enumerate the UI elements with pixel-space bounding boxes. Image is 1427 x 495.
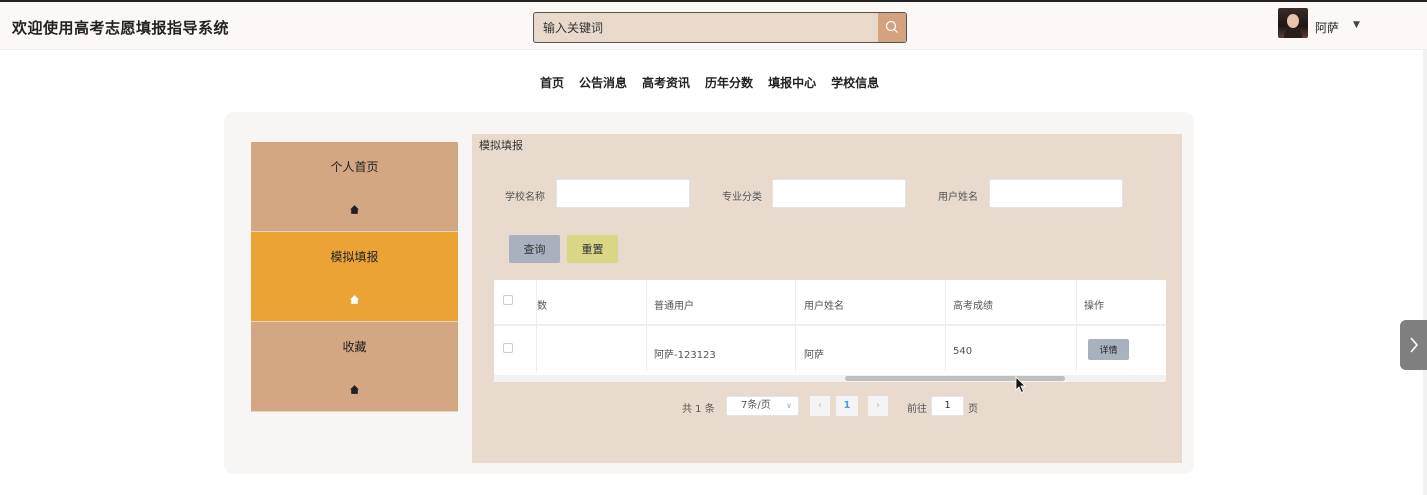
chevron-right-icon <box>1410 337 1419 353</box>
major-category-input[interactable] <box>772 179 906 208</box>
column-header[interactable]: 普通用户 <box>654 297 694 312</box>
goto-page-input[interactable]: 1 <box>931 396 964 416</box>
user-name[interactable]: 阿萨 <box>1315 19 1339 36</box>
search-button[interactable] <box>878 13 906 42</box>
table-cell: 阿萨 <box>804 350 824 361</box>
column-header[interactable]: 数 <box>537 297 547 312</box>
data-table: 数 普通用户 用户姓名 高考成绩 操作 阿萨-123123 阿萨 540 详情 <box>494 280 1166 382</box>
table-horizontal-scrollbar[interactable] <box>494 375 1166 382</box>
username-label: 用户姓名 <box>938 192 978 203</box>
username-input[interactable] <box>989 179 1123 208</box>
nav-item-notices[interactable]: 公告消息 <box>579 74 627 91</box>
column-divider <box>945 280 946 372</box>
select-all-checkbox[interactable] <box>503 295 513 305</box>
caret-down-icon[interactable]: ▼ <box>1353 20 1360 30</box>
school-name-input[interactable] <box>556 179 690 208</box>
nav-item-news[interactable]: 高考资讯 <box>642 74 690 91</box>
school-name-label: 学校名称 <box>505 192 545 203</box>
home-icon <box>350 385 359 394</box>
sidebar-item-label: 个人首页 <box>330 160 379 174</box>
row-checkbox[interactable] <box>503 343 513 353</box>
nav-item-apply-center[interactable]: 填报中心 <box>768 74 816 91</box>
column-header[interactable]: 操作 <box>1084 297 1104 312</box>
search-box <box>533 12 907 43</box>
major-category-label: 专业分类 <box>722 192 762 203</box>
nav-item-schools[interactable]: 学校信息 <box>831 74 879 91</box>
page-number-current[interactable]: 1 <box>836 396 858 416</box>
search-icon <box>885 20 898 33</box>
goto-label: 前往 <box>907 404 927 415</box>
chevron-right-icon: › <box>876 400 880 411</box>
row-divider <box>494 324 1166 326</box>
search-input[interactable] <box>534 13 878 42</box>
scrollbar-thumb[interactable] <box>845 376 1065 381</box>
column-header[interactable]: 高考成绩 <box>953 297 993 312</box>
page-scrollbar[interactable] <box>1423 50 1427 495</box>
next-page-button[interactable]: › <box>868 396 888 416</box>
column-divider <box>536 280 537 372</box>
sidebar-item-mock-apply[interactable]: 模拟填报 <box>251 232 458 322</box>
sidebar-item-label: 收藏 <box>342 340 367 354</box>
detail-button[interactable]: 详情 <box>1088 339 1129 360</box>
nav-item-home[interactable]: 首页 <box>540 74 564 91</box>
home-icon <box>350 205 359 214</box>
sidebar-item-profile[interactable]: 个人首页 <box>251 142 458 232</box>
page-title: 模拟填报 <box>479 139 523 152</box>
home-icon <box>350 295 359 304</box>
sidebar-item-favorites[interactable]: 收藏 <box>251 322 458 412</box>
table-cell: 540 <box>953 346 973 357</box>
chevron-down-icon: ∨ <box>786 401 792 410</box>
avatar[interactable] <box>1278 8 1308 38</box>
query-button[interactable]: 查询 <box>509 235 560 263</box>
next-panel-button[interactable] <box>1400 320 1427 370</box>
nav-item-scores[interactable]: 历年分数 <box>705 74 753 91</box>
column-divider <box>795 280 796 372</box>
column-divider <box>1076 280 1077 372</box>
sidebar-item-label: 模拟填报 <box>330 250 379 264</box>
mouse-cursor-icon <box>1015 376 1026 394</box>
column-divider <box>646 280 647 372</box>
prev-page-button[interactable]: ‹ <box>810 396 830 416</box>
top-header: 欢迎使用高考志愿填报指导系统 阿萨 ▼ <box>0 0 1427 50</box>
content-area: 模拟填报 学校名称 专业分类 用户姓名 查询 重置 数 普通用户 用户姓名 高考… <box>472 134 1182 463</box>
app-title: 欢迎使用高考志愿填报指导系统 <box>12 19 230 37</box>
chevron-left-icon: ‹ <box>818 400 822 411</box>
reset-button[interactable]: 重置 <box>567 235 618 263</box>
sidebar: 个人首页 模拟填报 收藏 <box>251 142 458 412</box>
table-cell: 阿萨-123123 <box>654 350 716 361</box>
page-size-select[interactable]: 7条/页 ∨ <box>726 396 799 416</box>
main-nav: 首页 公告消息 高考资讯 历年分数 填报中心 学校信息 <box>540 74 894 91</box>
column-header[interactable]: 用户姓名 <box>804 297 844 312</box>
page-unit-label: 页 <box>968 404 978 415</box>
page-size-value: 7条/页 <box>741 400 771 411</box>
pagination-total: 共 1 条 <box>682 404 715 415</box>
